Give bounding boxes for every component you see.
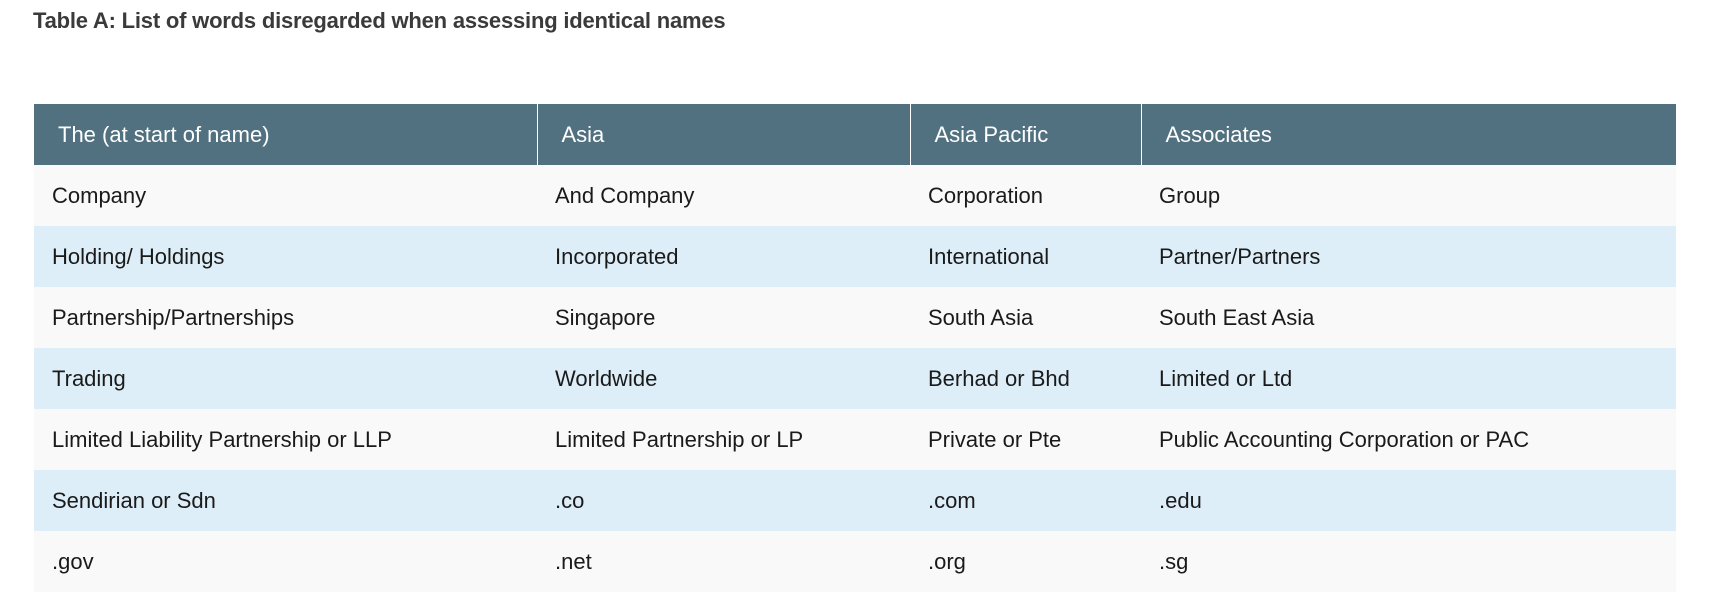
- table-cell: .gov: [34, 531, 537, 592]
- table-row: Sendirian or Sdn .co .com .edu: [34, 470, 1676, 531]
- table-cell: And Company: [537, 165, 910, 226]
- column-header: Associates: [1141, 104, 1676, 165]
- table-cell: Partnership/Partnerships: [34, 287, 537, 348]
- table-cell: Company: [34, 165, 537, 226]
- table-cell: Worldwide: [537, 348, 910, 409]
- column-header: Asia Pacific: [910, 104, 1142, 165]
- table-cell: International: [910, 226, 1141, 287]
- table-cell: Public Accounting Corporation or PAC: [1141, 409, 1676, 470]
- column-header: The (at start of name): [34, 104, 538, 165]
- table-cell: South Asia: [910, 287, 1141, 348]
- page-title: Table A: List of words disregarded when …: [33, 8, 726, 33]
- table-row: Trading Worldwide Berhad or Bhd Limited …: [34, 348, 1676, 409]
- table-row: Company And Company Corporation Group: [34, 165, 1676, 226]
- table-header: The (at start of name) Asia Asia Pacific…: [34, 104, 1676, 165]
- table-cell: Incorporated: [537, 226, 910, 287]
- table-cell: Trading: [34, 348, 537, 409]
- table-cell: .edu: [1141, 470, 1676, 531]
- table-body: Company And Company Corporation Group Ho…: [34, 165, 1676, 592]
- table-cell: .co: [537, 470, 910, 531]
- table-cell: Limited or Ltd: [1141, 348, 1676, 409]
- table-row: Partnership/Partnerships Singapore South…: [34, 287, 1676, 348]
- table-cell: Limited Liability Partnership or LLP: [34, 409, 537, 470]
- column-header: Asia: [537, 104, 911, 165]
- table-cell: .com: [910, 470, 1141, 531]
- table-cell: Limited Partnership or LP: [537, 409, 910, 470]
- table-cell: South East Asia: [1141, 287, 1676, 348]
- table-row: Limited Liability Partnership or LLP Lim…: [34, 409, 1676, 470]
- table-row: Holding/ Holdings Incorporated Internati…: [34, 226, 1676, 287]
- header-row: The (at start of name) Asia Asia Pacific…: [34, 104, 1676, 165]
- table-cell: .org: [910, 531, 1141, 592]
- table-cell: Berhad or Bhd: [910, 348, 1141, 409]
- table-cell: Sendirian or Sdn: [34, 470, 537, 531]
- table-cell: Private or Pte: [910, 409, 1141, 470]
- table-cell: .sg: [1141, 531, 1676, 592]
- table-cell: Corporation: [910, 165, 1141, 226]
- table-cell: .net: [537, 531, 910, 592]
- table-cell: Singapore: [537, 287, 910, 348]
- table-row: .gov .net .org .sg: [34, 531, 1676, 592]
- table-cell: Group: [1141, 165, 1676, 226]
- disregarded-words-table: The (at start of name) Asia Asia Pacific…: [34, 104, 1676, 592]
- table-cell: Holding/ Holdings: [34, 226, 537, 287]
- table-cell: Partner/Partners: [1141, 226, 1676, 287]
